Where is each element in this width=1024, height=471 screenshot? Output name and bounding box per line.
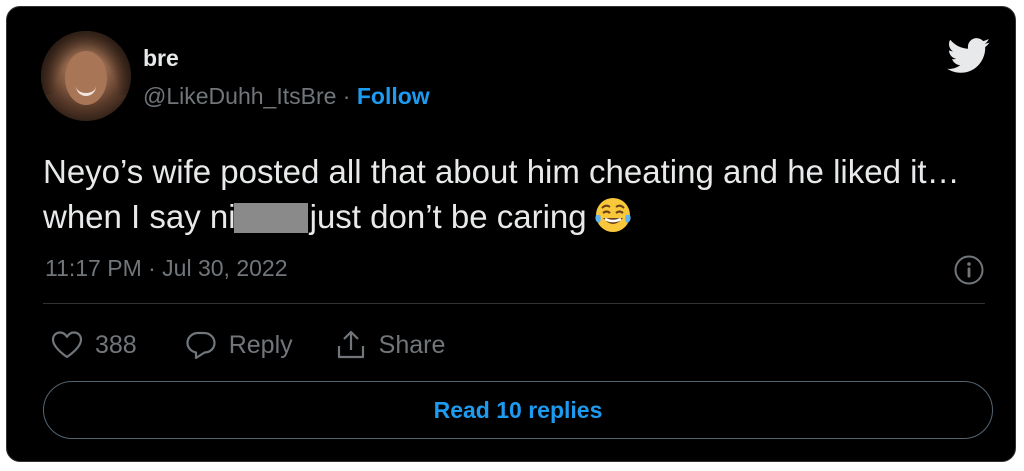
handle-separator: · (336, 83, 357, 109)
tweet-timestamp[interactable]: 11:17 PM · Jul 30, 2022 (45, 255, 288, 282)
author-name[interactable]: bre (143, 45, 179, 72)
action-bar: 388 Reply Share (51, 325, 445, 365)
heart-icon (51, 331, 83, 359)
follow-button[interactable]: Follow (357, 83, 430, 109)
reply-bubble-icon (186, 331, 216, 360)
avatar[interactable] (41, 31, 131, 121)
like-count: 388 (95, 330, 137, 359)
reply-label: Reply (228, 330, 293, 359)
share-label: Share (378, 330, 446, 359)
tweet-text: Neyo’s wife posted all that about him ch… (43, 149, 983, 239)
face-with-tears-of-joy-icon (595, 198, 631, 232)
read-replies-button[interactable]: Read 10 replies (43, 381, 993, 439)
author-handle[interactable]: @LikeDuhh_ItsBre (143, 83, 336, 109)
divider (43, 303, 985, 304)
share-icon (337, 330, 364, 359)
info-icon[interactable] (953, 254, 985, 286)
tweet-text-part-2: just don’t be caring (309, 198, 587, 235)
redaction-box (233, 203, 308, 233)
read-replies-label: Read 10 replies (433, 396, 603, 423)
share-button[interactable]: Share (335, 329, 446, 361)
twitter-bird-icon[interactable] (947, 38, 991, 74)
reply-button[interactable]: Reply (185, 330, 293, 360)
tweet-card: bre @LikeDuhh_ItsBre · Follow Neyo’s wif… (6, 6, 1016, 462)
like-button[interactable]: 388 (51, 330, 137, 360)
author-handle-row: @LikeDuhh_ItsBre · Follow (143, 83, 430, 110)
avatar-face (65, 51, 107, 105)
